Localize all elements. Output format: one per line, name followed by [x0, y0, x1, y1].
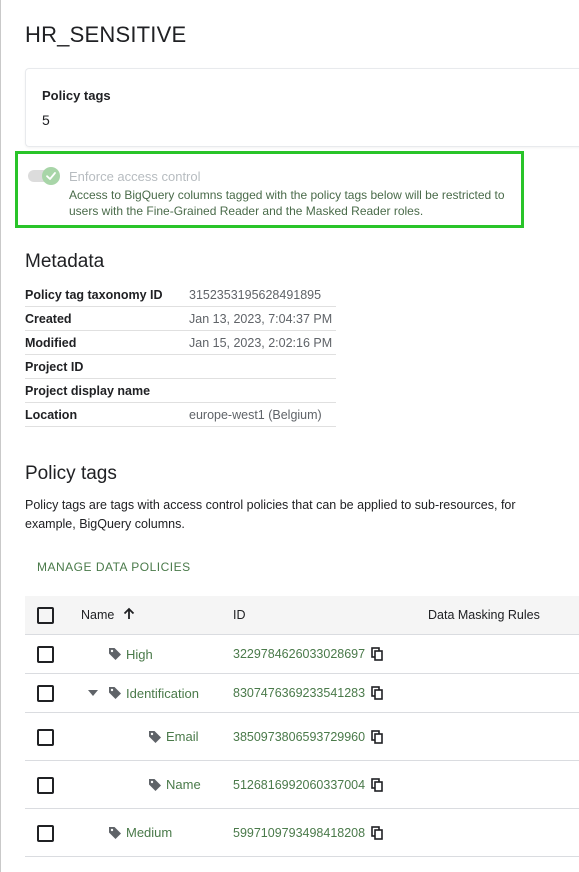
- row-checkbox[interactable]: [37, 685, 54, 702]
- policy-tags-count-label: Policy tags: [42, 88, 111, 103]
- metadata-value: europe-west1 (Belgium): [189, 407, 322, 422]
- table-header: Name ID Data Masking Rules: [25, 596, 579, 635]
- policy-tags-description: Policy tags are tags with access control…: [25, 498, 516, 531]
- copy-icon[interactable]: [371, 729, 383, 744]
- policy-tag-id-cell: 8307476369233541283: [233, 684, 383, 702]
- policy-tags-count-value: 5: [42, 112, 50, 128]
- metadata-value: Jan 15, 2023, 2:02:16 PM: [189, 335, 333, 350]
- page-title: HR_SENSITIVE: [25, 22, 187, 47]
- policy-tags-heading: Policy tags: [25, 463, 117, 484]
- column-header-name[interactable]: Name: [81, 608, 114, 622]
- select-all-checkbox[interactable]: [37, 607, 54, 624]
- metadata-row: Modified Jan 15, 2023, 2:02:16 PM: [25, 331, 336, 355]
- policy-tag-name-cell[interactable]: High: [108, 645, 153, 663]
- policy-tag-id: 8307476369233541283: [233, 686, 366, 700]
- policy-tag-name-cell[interactable]: Identification: [108, 684, 199, 702]
- policy-tag-name: Medium: [126, 825, 173, 840]
- toggle-thumb: [42, 167, 60, 185]
- table-row[interactable]: Identification 8307476369233541283: [25, 674, 579, 713]
- policy-tag-name: Name: [166, 777, 201, 792]
- metadata-key: Policy tag taxonomy ID: [25, 287, 163, 302]
- metadata-row: Project ID: [25, 355, 336, 379]
- metadata-value: Jan 13, 2023, 7:04:37 PM: [189, 311, 333, 326]
- policy-tag-id: 3850973806593729960: [233, 729, 366, 744]
- table-row[interactable]: Medium 5997109793498418208: [25, 809, 579, 857]
- policy-tag-id-cell: 5126816992060337004: [233, 776, 383, 794]
- column-header-masking-rules[interactable]: Data Masking Rules: [428, 608, 540, 622]
- row-checkbox[interactable]: [37, 776, 54, 794]
- row-checkbox[interactable]: [37, 824, 54, 842]
- metadata-row: Project display name: [25, 379, 336, 403]
- policy-tag-id-cell: 5997109793498418208: [233, 824, 383, 842]
- expand-arrow-down-icon[interactable]: [87, 689, 99, 697]
- row-checkbox[interactable]: [37, 646, 54, 663]
- arrow-up-icon[interactable]: [122, 607, 136, 621]
- policy-tag-id-cell: 3229784626033028697: [233, 645, 383, 663]
- metadata-row: Created Jan 13, 2023, 7:04:37 PM: [25, 307, 336, 331]
- check-icon: [46, 172, 56, 180]
- copy-icon[interactable]: [371, 647, 383, 661]
- table-row[interactable]: High 3229784626033028697: [25, 635, 579, 674]
- tag-icon: [109, 687, 121, 699]
- row-checkbox[interactable]: [37, 728, 54, 746]
- tag-icon: [109, 826, 121, 839]
- copy-icon[interactable]: [371, 686, 383, 700]
- policy-tags-table: Name ID Data Masking Rules High 32297846…: [25, 596, 579, 857]
- enforce-access-control-title: Enforce access control: [69, 169, 201, 184]
- metadata-key: Location: [25, 407, 78, 422]
- metadata-key: Project ID: [25, 359, 84, 374]
- metadata-heading: Metadata: [25, 251, 105, 272]
- policy-tags-summary-card: Policy tags 5: [25, 68, 579, 147]
- metadata-key: Project display name: [25, 383, 151, 398]
- policy-tag-id: 3229784626033028697: [233, 647, 366, 661]
- table-row[interactable]: Name 5126816992060337004: [25, 761, 579, 809]
- policy-tag-name: Email: [166, 729, 199, 744]
- enforce-access-control-section: Enforce access control Access to BigQuer…: [15, 151, 524, 228]
- copy-icon[interactable]: [371, 777, 383, 792]
- metadata-row: Policy tag taxonomy ID 31523531956284918…: [25, 283, 336, 307]
- copy-icon[interactable]: [371, 825, 383, 840]
- policy-tag-id: 5126816992060337004: [233, 777, 366, 792]
- page-left-border: [0, 0, 1, 872]
- metadata-key: Created: [25, 311, 72, 326]
- policy-tag-name: Identification: [126, 685, 199, 701]
- policy-tag-name-cell[interactable]: Email: [148, 728, 199, 746]
- enforce-access-control-description: Access to BigQuery columns tagged with t…: [69, 188, 505, 218]
- metadata-row: Location europe-west1 (Belgium): [25, 403, 336, 427]
- manage-data-policies-button[interactable]: MANAGE DATA POLICIES: [37, 560, 191, 574]
- tag-icon: [109, 648, 121, 660]
- policy-tag-name-cell[interactable]: Name: [148, 776, 201, 794]
- enforce-access-control-toggle[interactable]: [28, 167, 61, 185]
- metadata-value: 3152353195628491895: [189, 287, 322, 302]
- column-header-id[interactable]: ID: [233, 608, 246, 622]
- tag-icon: [149, 778, 161, 791]
- metadata-table: Policy tag taxonomy ID 31523531956284918…: [25, 283, 336, 427]
- policy-tag-name: High: [126, 646, 153, 662]
- tag-icon: [149, 730, 161, 743]
- metadata-key: Modified: [25, 335, 77, 350]
- policy-tag-id-cell: 3850973806593729960: [233, 728, 383, 746]
- policy-tag-name-cell[interactable]: Medium: [108, 824, 172, 842]
- policy-tag-id: 5997109793498418208: [233, 825, 366, 840]
- table-row[interactable]: Email 3850973806593729960: [25, 713, 579, 761]
